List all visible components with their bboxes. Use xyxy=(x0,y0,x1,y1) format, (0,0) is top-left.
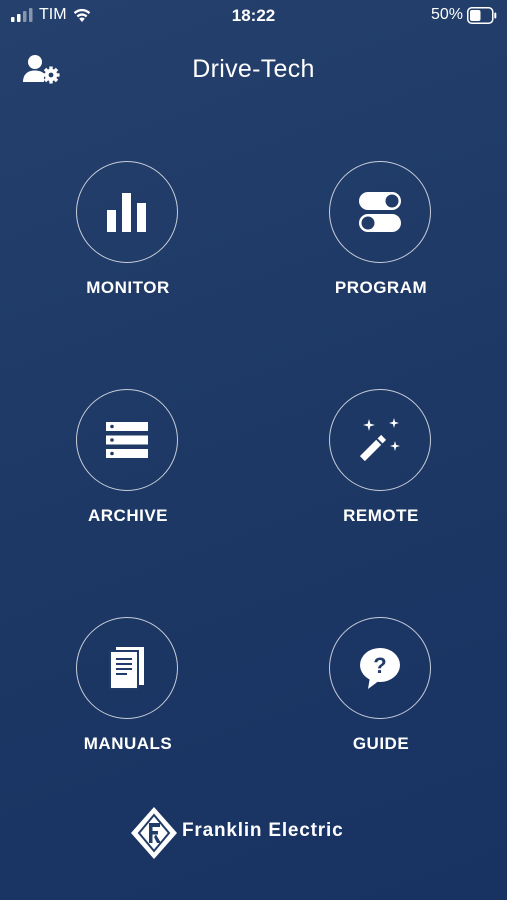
monitor-button[interactable]: MONITOR xyxy=(28,161,228,321)
archive-button[interactable]: ARCHIVE xyxy=(28,389,228,549)
bar-chart-icon xyxy=(107,193,146,232)
franklin-electric-logo-icon xyxy=(131,807,177,859)
program-label: PROGRAM xyxy=(334,278,428,297)
magic-wand-icon xyxy=(359,418,400,462)
guide-label: GUIDE xyxy=(352,734,410,753)
monitor-icon-circle xyxy=(76,161,178,263)
program-button[interactable]: PROGRAM xyxy=(281,161,481,321)
remote-label: REMOTE xyxy=(343,506,419,525)
guide-icon-circle: ? xyxy=(329,617,431,719)
manuals-label: MANUALS xyxy=(83,734,173,753)
archive-icon-circle xyxy=(76,389,178,491)
manuals-button[interactable]: MANUALS xyxy=(28,617,228,777)
server-stack-icon xyxy=(106,422,148,458)
book-icon xyxy=(109,647,144,690)
remote-button[interactable]: REMOTE xyxy=(281,389,481,549)
monitor-label: MONITOR xyxy=(86,278,170,297)
toggles-icon xyxy=(359,192,401,232)
program-icon-circle xyxy=(329,161,431,263)
question-bubble-icon: ? xyxy=(360,648,400,689)
guide-button[interactable]: ? GUIDE xyxy=(281,617,481,777)
page-title: Drive-Tech xyxy=(192,55,315,83)
brand-name: Franklin Electric xyxy=(182,820,344,841)
battery-icon xyxy=(467,7,497,24)
battery-percent: 50% xyxy=(430,6,463,23)
manuals-icon-circle xyxy=(76,617,178,719)
svg-text:?: ? xyxy=(373,653,386,678)
status-bar: TIM 18:22 50% xyxy=(0,0,507,32)
franklin-electric-logo: Franklin Electric xyxy=(130,806,390,860)
archive-label: ARCHIVE xyxy=(87,506,168,525)
remote-icon-circle xyxy=(329,389,431,491)
